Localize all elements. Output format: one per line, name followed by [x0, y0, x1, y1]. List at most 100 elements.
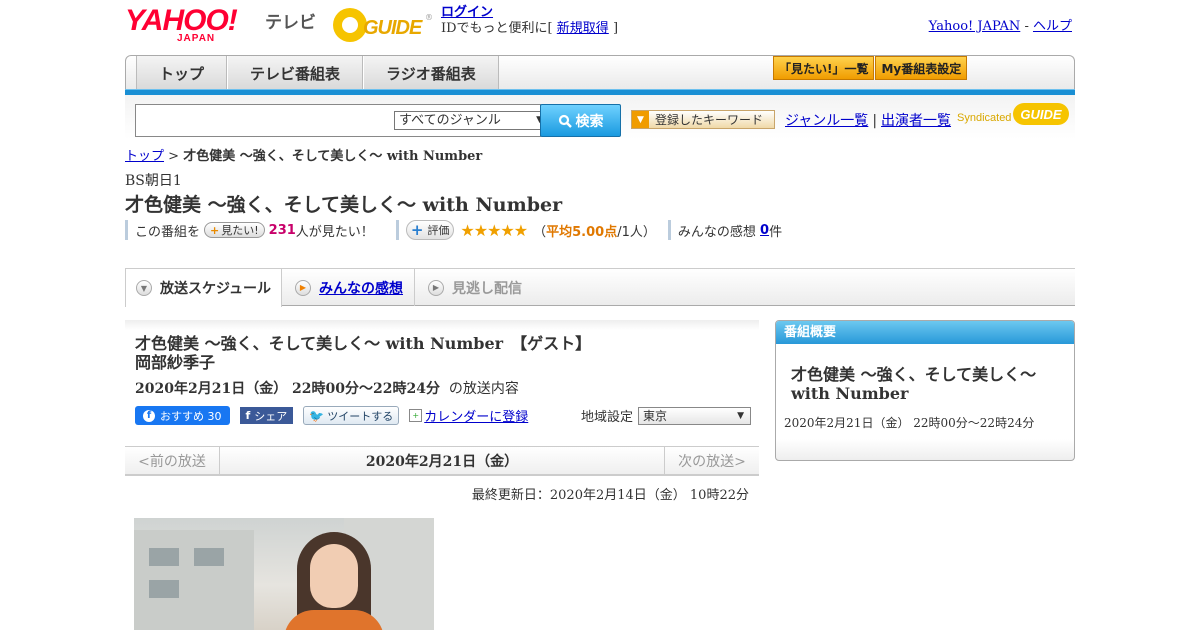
plus-icon: + [210, 223, 220, 237]
photo-window [149, 548, 179, 566]
top-links: Yahoo! JAPAN - ヘルプ [929, 15, 1072, 34]
yahoo-japan-link[interactable]: Yahoo! JAPAN [929, 19, 1021, 34]
login-prompt: IDでもっと便利に[ [441, 21, 553, 36]
divider [667, 220, 671, 240]
facebook-recommend-button[interactable]: f おすすめ 30 [135, 406, 230, 425]
mitai-prefix: この番組を [135, 224, 201, 240]
divider [395, 220, 399, 240]
login-link[interactable]: ログイン [441, 5, 493, 20]
guest-photo [134, 518, 434, 630]
genre-list-link[interactable]: ジャンル一覧 [785, 113, 868, 129]
breadcrumb-top-link[interactable]: トップ [125, 149, 164, 164]
rating-bar: この番組を + 見たい! 231 人が見たい！ + 評価 ★★★★★ （平均5.00… [125, 220, 782, 240]
logo-sub: JAPAN [177, 33, 216, 44]
play-icon: ▶ [428, 279, 444, 296]
twitter-bird-icon: 🐦 [309, 408, 325, 423]
mitai-button[interactable]: + 見たい! [204, 222, 265, 238]
current-broadcast-date: 2020年2月21日（金） [365, 454, 519, 470]
login-area: ログイン IDでもっと便利に[ 新規取得 ] [441, 5, 618, 37]
breadcrumb-current: 才色健美 ～強く、そして美しく～ with Number [183, 149, 483, 164]
search-bar: すべてのジャンル 検索 ▼ 登録したキーワード ジャンル一覧|出演者一覧 Syn… [125, 95, 1075, 139]
region-label: 地域設定 [581, 410, 634, 425]
episode-date-suffix: の放送内容 [448, 381, 519, 397]
facebook-share-button[interactable]: f シェア [239, 407, 294, 424]
avg-score: 平均5.00点 [546, 224, 618, 240]
broadcast-pager: <前の放送 2020年2月21日（金） 次の放送> [125, 446, 759, 476]
eval-button[interactable]: + 評価 [405, 220, 455, 240]
gguide-reg: ® [425, 13, 433, 22]
episode-title: 才色健美 ～強く、そして美しく～ with Number 【ゲスト】岡部紗季子 [135, 334, 592, 372]
tab-tv-schedule[interactable]: テレビ番組表 [227, 56, 364, 90]
tab-missed-streaming-label: 見逃し配信 [452, 280, 522, 297]
syndicated-text: Syndicated [957, 112, 1012, 124]
mitai-button-label: 見たい! [221, 224, 259, 237]
avg-close: /1人） [617, 224, 656, 240]
last-updated: 最終更新日：2020年2月14日（金） 10時22分 [471, 488, 749, 503]
impressions-count-link[interactable]: 0 [760, 223, 769, 238]
photo-window [194, 548, 224, 566]
help-link[interactable]: ヘルプ [1033, 19, 1072, 34]
syndicated-gguide-logo: Syndicated GUIDE [957, 102, 1072, 132]
gguide-logo: GUIDE ® [333, 5, 433, 43]
episode-date: 2020年2月21日（金） 22時00分～22時24分 [135, 381, 440, 397]
search-button[interactable]: 検索 [540, 104, 621, 137]
region-select[interactable]: 東京 [638, 406, 752, 425]
keyword-button[interactable]: ▼ 登録したキーワード [631, 110, 775, 129]
divider [125, 220, 128, 240]
signup-link[interactable]: 新規取得 [557, 21, 609, 36]
link-separator: | [872, 113, 878, 129]
tweet-label: ツイートする [327, 409, 394, 423]
tab-missed-streaming[interactable]: ▶ 見逃し配信 [416, 269, 522, 306]
calendar-register[interactable]: + カレンダーに登録 [409, 406, 528, 425]
play-icon: ▶ [295, 279, 311, 296]
tab-broadcast-schedule-label: 放送スケジュール [160, 281, 272, 297]
star-rating: ★★★★★ [460, 220, 528, 240]
social-buttons: f おすすめ 30 f シェア 🐦 ツイートする + カレンダーに登録 [135, 406, 528, 425]
performers-link[interactable]: 出演者一覧 [881, 113, 951, 129]
tweet-button[interactable]: 🐦 ツイートする [303, 406, 400, 425]
mitai-list-button[interactable]: 「見たい!」一覧 [773, 56, 875, 80]
content-tabs: ▼ 放送スケジュール ▶ みんなの感想 ▶ 見逃し配信 [125, 268, 1075, 307]
login-close: ] [612, 21, 619, 36]
breadcrumb-sep: > [168, 149, 180, 164]
impressions-suffix: 件 [769, 224, 783, 240]
mitai-count: 231 [268, 222, 296, 238]
calendar-icon: + [409, 409, 423, 422]
dropdown-arrow-icon: ▼ [632, 111, 649, 128]
search-input[interactable]: すべてのジャンル [135, 104, 548, 137]
gguide-circle-icon [333, 8, 367, 42]
channel-name: BS朝日1 [125, 173, 182, 189]
tab-radio-schedule[interactable]: ラジオ番組表 [363, 56, 499, 90]
region-setting: 地域設定 東京 [581, 406, 752, 425]
page-title: 才色健美 ～強く、そして美しく～ with Number [125, 194, 563, 216]
impressions-label: みんなの感想 [677, 224, 756, 240]
keyword-button-label: 登録したキーワード [655, 113, 764, 127]
program-overview-date: 2020年2月21日（金） 22時00分～22時24分 [784, 416, 1035, 430]
episode-datetime: 2020年2月21日（金） 22時00分～22時24分 の放送内容 [135, 378, 519, 398]
avg-open: （ [533, 224, 547, 240]
tab-broadcast-schedule[interactable]: ▼ 放送スケジュール [125, 269, 282, 307]
photo-face [310, 544, 358, 608]
plus-icon: + [410, 221, 424, 239]
genre-select[interactable]: すべてのジャンル [394, 111, 548, 130]
search-icon [558, 114, 572, 128]
my-schedule-button[interactable]: My番組表設定 [875, 56, 968, 80]
calendar-link[interactable]: カレンダーに登録 [424, 406, 528, 425]
mitai-count-suffix: 人が見たい！ [295, 224, 374, 240]
prev-broadcast-link[interactable]: <前の放送 [125, 447, 220, 475]
episode-header: 才色健美 ～強く、そして美しく～ with Number 【ゲスト】岡部紗季子 … [125, 320, 759, 433]
gguide-text: GUIDE [363, 17, 422, 39]
tv-label: テレビ [265, 13, 316, 33]
search-button-label: 検索 [575, 113, 604, 130]
top-link-sep: - [1024, 19, 1029, 34]
next-broadcast-link[interactable]: 次の放送> [664, 447, 759, 475]
program-overview-title: 才色健美 ～強く、そして美しく～ with Number [791, 365, 1037, 403]
facebook-icon: f [245, 409, 251, 422]
photo-window [149, 580, 179, 598]
program-overview-header: 番組概要 [776, 321, 1074, 344]
yahoo-japan-logo[interactable]: YAHOO! JAPAN [125, 6, 265, 45]
tab-top[interactable]: トップ [136, 56, 228, 90]
tab-impressions-label[interactable]: みんなの感想 [319, 278, 403, 298]
program-overview-box: 番組概要 才色健美 ～強く、そして美しく～ with Number 2020年2… [775, 320, 1075, 461]
tab-impressions[interactable]: ▶ みんなの感想 [283, 269, 415, 306]
